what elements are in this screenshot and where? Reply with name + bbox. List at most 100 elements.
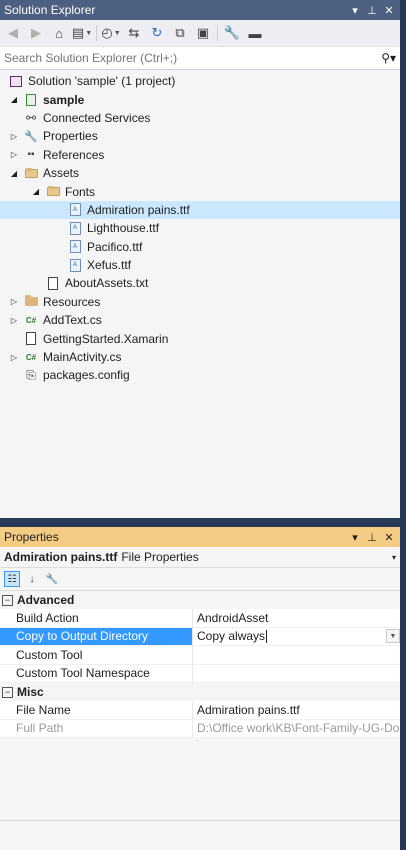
- text-caret: [266, 629, 268, 643]
- expand-collapse-icon[interactable]: ◢: [30, 187, 42, 196]
- property-value[interactable]: [193, 665, 400, 683]
- font-file-icon: A: [67, 220, 83, 236]
- home-icon[interactable]: ⌂: [50, 24, 68, 42]
- tree-item[interactable]: ▷ C# AddText.cs: [0, 311, 400, 329]
- property-name[interactable]: Full Path: [0, 719, 193, 739]
- search-box[interactable]: ⚲▾: [0, 47, 400, 70]
- forward-icon[interactable]: ▶: [27, 24, 45, 42]
- property-category[interactable]: − Advanced: [0, 591, 400, 610]
- window-position-button[interactable]: ▾: [348, 531, 362, 544]
- tree-item-label: References: [43, 147, 105, 162]
- collapse-icon[interactable]: −: [2, 594, 13, 606]
- property-name[interactable]: Custom Tool: [0, 646, 193, 665]
- property-value[interactable]: [193, 646, 400, 665]
- tree-item[interactable]: GettingStarted.Xamarin: [0, 329, 400, 347]
- tree-item-label: Properties: [43, 129, 98, 144]
- properties-title: Properties: [4, 530, 59, 544]
- tree-item-label: MainActivity.cs: [43, 350, 122, 365]
- object-selector[interactable]: Admiration pains.ttf File Properties ▾: [0, 547, 400, 568]
- pending-changes-filter-icon[interactable]: ◴ ▼: [101, 24, 120, 42]
- tree-item[interactable]: ▷ Resources: [0, 293, 400, 311]
- config-file-icon: ⎘: [26, 367, 36, 382]
- tree-item[interactable]: Solution 'sample' (1 project): [0, 72, 400, 90]
- property-row[interactable]: Custom Tool: [0, 646, 400, 665]
- tree-item[interactable]: AboutAssets.txt: [0, 274, 400, 292]
- properties-wrench-icon[interactable]: 🔧: [223, 24, 241, 42]
- tree-item-label: packages.config: [43, 368, 130, 383]
- font-file-icon: A: [67, 239, 83, 255]
- tree-item[interactable]: ▷ ▪▪ References: [0, 146, 400, 164]
- close-button[interactable]: ✕: [382, 531, 396, 544]
- property-value[interactable]: AndroidAsset: [193, 609, 400, 628]
- font-file-icon: A: [67, 257, 83, 273]
- tree-item[interactable]: ▷ C# MainActivity.cs: [0, 348, 400, 366]
- collapse-all-icon[interactable]: ⧉: [171, 24, 189, 42]
- tree-item[interactable]: ◢ Fonts: [0, 182, 400, 200]
- expand-collapse-icon[interactable]: ▷: [8, 353, 20, 362]
- sync-with-active-document-icon[interactable]: ⇆: [125, 24, 143, 42]
- categorized-icon[interactable]: ☷: [4, 571, 20, 587]
- search-icon[interactable]: ⚲▾: [381, 51, 396, 65]
- back-icon[interactable]: ◀: [4, 24, 22, 42]
- expand-collapse-icon[interactable]: ▷: [8, 316, 20, 325]
- property-name[interactable]: File Name: [0, 701, 193, 720]
- alphabetical-icon[interactable]: ↓: [24, 571, 40, 587]
- tree-item[interactable]: ⎘ packages.config: [0, 366, 400, 384]
- collapse-icon[interactable]: −: [2, 686, 13, 698]
- search-input[interactable]: [4, 51, 382, 65]
- chevron-down-icon[interactable]: ▾: [392, 553, 396, 562]
- tree-item-label: AboutAssets.txt: [65, 276, 149, 291]
- window-position-button[interactable]: ▾: [348, 4, 362, 17]
- tree-item-label: Fonts: [65, 184, 96, 199]
- expand-collapse-icon[interactable]: ▷: [8, 150, 20, 159]
- properties-titlebar[interactable]: Properties ▾ ⊥ ✕: [0, 527, 400, 547]
- property-value[interactable]: Copy always ▼: [193, 628, 400, 647]
- object-name: Admiration pains.ttf: [4, 550, 118, 564]
- expand-collapse-icon[interactable]: ▷: [8, 297, 20, 306]
- project-icon: [23, 92, 39, 108]
- show-all-files-icon[interactable]: ▣: [194, 24, 212, 42]
- tree-item[interactable]: ▷ 🔧 Properties: [0, 127, 400, 145]
- chevron-down-icon[interactable]: ▼: [386, 629, 400, 644]
- category-name: Misc: [17, 685, 44, 700]
- switch-views-icon[interactable]: ▤ ▼: [72, 24, 92, 42]
- tree-item[interactable]: ⚯ Connected Services: [0, 109, 400, 127]
- expand-collapse-icon[interactable]: ◢: [8, 169, 20, 178]
- expand-collapse-icon[interactable]: ▷: [8, 132, 20, 141]
- property-name[interactable]: Custom Tool Namespace: [0, 664, 193, 683]
- property-row[interactable]: Custom Tool Namespace: [0, 664, 400, 683]
- tree-item[interactable]: A Xefus.ttf: [0, 256, 400, 274]
- tree-item[interactable]: ◢ sample: [0, 90, 400, 108]
- tree-item-label: Assets: [43, 166, 80, 181]
- property-row[interactable]: Copy to Output Directory Copy always ▼: [0, 627, 400, 647]
- solution-explorer-titlebar[interactable]: Solution Explorer ▾ ⊥ ✕: [0, 0, 400, 20]
- tree-item[interactable]: A Admiration pains.ttf: [0, 200, 400, 220]
- pin-button[interactable]: ⊥: [365, 4, 379, 17]
- property-category[interactable]: − Misc: [0, 682, 400, 702]
- property-pages-wrench-icon[interactable]: 🔧: [44, 571, 60, 587]
- property-value[interactable]: D:\Office work\KB\Font-Family-UG-Do: [193, 720, 400, 739]
- tree-item[interactable]: A Lighthouse.ttf: [0, 219, 400, 237]
- wrench-icon: 🔧: [24, 130, 38, 143]
- toolbar-separator: [217, 25, 218, 41]
- property-name[interactable]: Build Action: [0, 609, 193, 628]
- tree-item-label: Xefus.ttf: [87, 258, 132, 273]
- property-name[interactable]: Copy to Output Directory: [0, 627, 193, 647]
- property-grid: − Advanced Build Action AndroidAsset Copy to…: [0, 590, 400, 739]
- preview-selected-items-icon[interactable]: ▬: [246, 24, 264, 42]
- folder-open-icon: [45, 184, 61, 200]
- property-row[interactable]: Build Action AndroidAsset: [0, 609, 400, 628]
- tree-item[interactable]: A Pacifico.ttf: [0, 238, 400, 256]
- folder-icon: [23, 294, 39, 310]
- property-row[interactable]: File Name Admiration pains.ttf: [0, 701, 400, 720]
- property-value[interactable]: Admiration pains.ttf: [193, 701, 400, 720]
- property-value-text: AndroidAsset: [197, 611, 269, 626]
- property-value-text: Copy always: [197, 629, 266, 644]
- tree-item[interactable]: ◢ Assets: [0, 164, 400, 182]
- pin-button[interactable]: ⊥: [365, 531, 379, 544]
- expand-collapse-icon[interactable]: ◢: [8, 95, 20, 104]
- close-button[interactable]: ✕: [382, 4, 396, 17]
- refresh-icon[interactable]: ↻: [148, 24, 166, 42]
- tree-item-label: sample: [43, 92, 85, 107]
- property-row[interactable]: Full Path D:\Office work\KB\Font-Family-U…: [0, 719, 400, 739]
